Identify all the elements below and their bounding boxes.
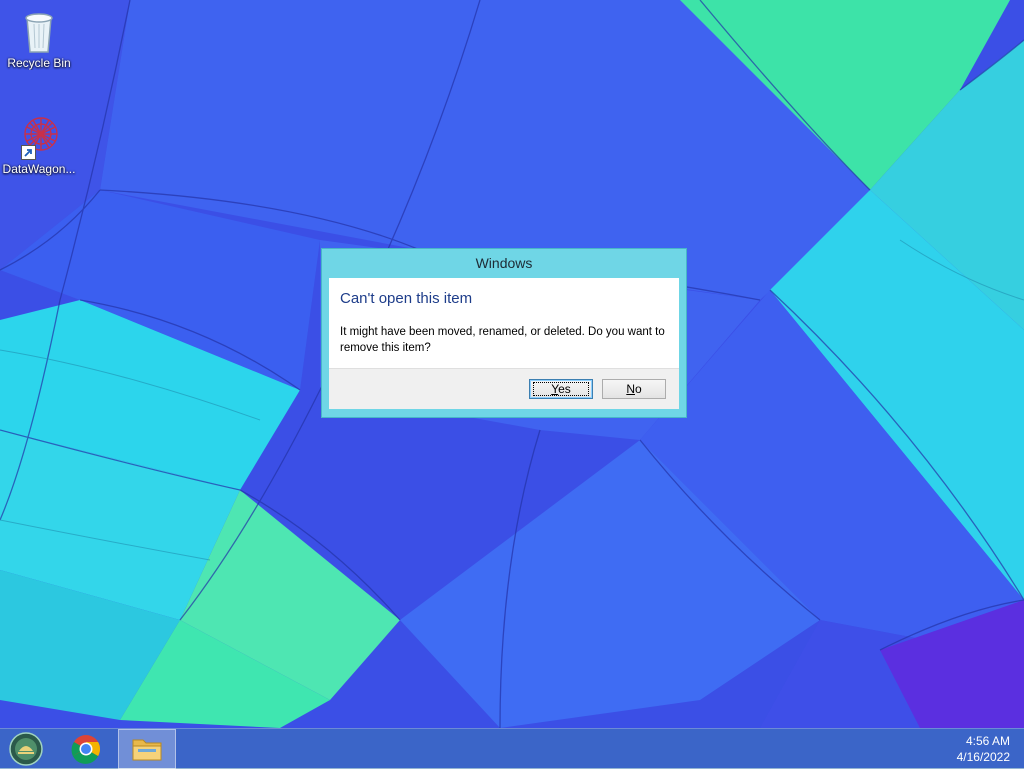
no-button[interactable]: No <box>602 379 666 399</box>
dialog-content: Can't open this item It might have been … <box>329 278 679 409</box>
system-clock[interactable]: 4:56 AM 4/16/2022 <box>957 733 1010 765</box>
dialog-heading: Can't open this item <box>340 290 473 307</box>
dialog-message: It might have been moved, renamed, or de… <box>340 326 665 354</box>
desktop-icon-datawagon[interactable]: DataWagon... <box>0 112 78 176</box>
dialog-title[interactable]: Windows <box>322 249 686 278</box>
recycle-bin-icon <box>15 6 63 54</box>
taskbar-file-explorer-button[interactable] <box>118 729 176 769</box>
no-button-mnemonic: N <box>626 382 635 396</box>
datawagon-icon <box>15 112 63 160</box>
start-orb-icon <box>9 732 43 766</box>
taskbar: 4:56 AM 4/16/2022 <box>0 728 1024 769</box>
focus-rectangle <box>533 382 589 396</box>
chrome-icon <box>71 735 100 764</box>
yes-button[interactable]: Yes <box>529 379 593 399</box>
file-explorer-icon <box>132 739 162 761</box>
dialog-button-bar: Yes No <box>329 368 679 409</box>
message-dialog: Windows Can't open this item It might ha… <box>321 248 687 418</box>
start-button[interactable] <box>0 729 54 769</box>
clock-date: 4/16/2022 <box>956 750 1010 764</box>
taskbar-chrome-button[interactable] <box>58 729 114 769</box>
clock-time: 4:56 AM <box>965 734 1010 748</box>
desktop-icon-label: DataWagon... <box>2 162 76 176</box>
desktop-icon-recycle-bin[interactable]: Recycle Bin <box>0 6 78 70</box>
shortcut-arrow-icon <box>21 145 36 160</box>
no-button-label: o <box>634 382 642 396</box>
desktop-icon-label: Recycle Bin <box>7 56 71 70</box>
